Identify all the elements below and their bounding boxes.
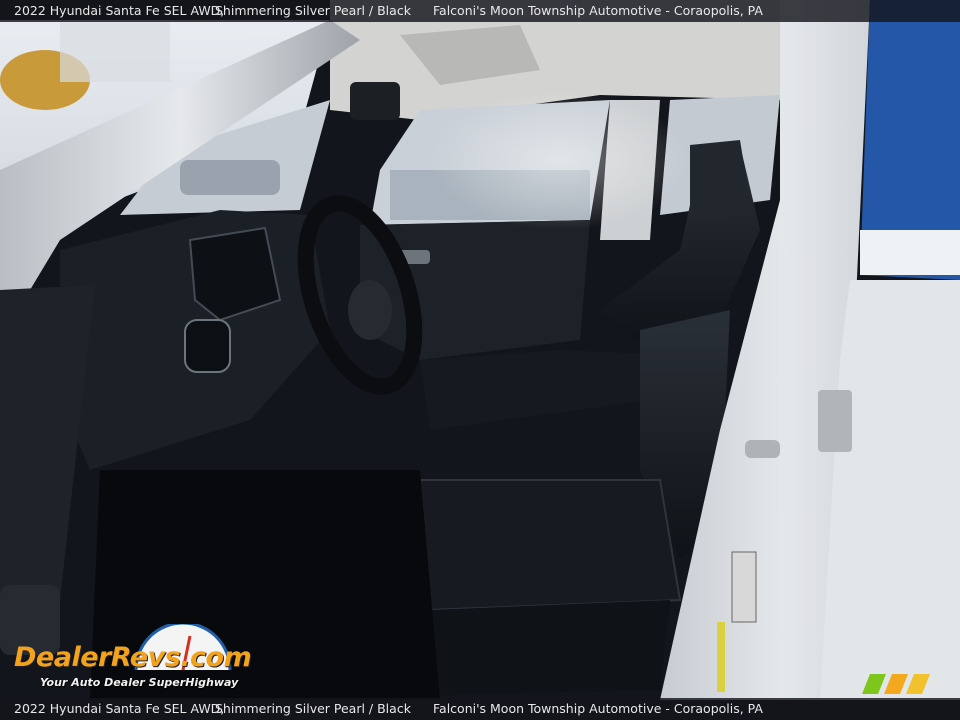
rearview-mirror xyxy=(350,82,400,120)
dealerrevs-watermark: DealerRevs.com Your Auto Dealer SuperHig… xyxy=(10,624,270,694)
vehicle-interior-photo xyxy=(0,0,960,720)
driver-seat-cushion xyxy=(418,479,682,612)
vehicle-color-bottom: Shimmering Silver Pearl / Black xyxy=(215,701,411,716)
color-stripes-logo xyxy=(862,674,930,694)
dealerrevs-tagline: Your Auto Dealer SuperHighway xyxy=(40,676,239,689)
vin-label xyxy=(731,551,757,623)
sun-glare xyxy=(430,90,690,230)
vehicle-title-bottom: 2022 Hyundai Santa Fe SEL AWD, xyxy=(14,701,225,716)
yellow-warning-label xyxy=(717,622,725,692)
caption-bar-bottom: 2022 Hyundai Santa Fe SEL AWD, Shimmerin… xyxy=(0,698,960,720)
dealer-name-bottom: Falconi's Moon Township Automotive - Cor… xyxy=(433,701,763,716)
vehicle-title: 2022 Hyundai Santa Fe SEL AWD, xyxy=(14,3,225,18)
air-vent xyxy=(184,319,231,373)
door-striker xyxy=(818,390,852,452)
snow-patch xyxy=(860,230,960,275)
seat-base xyxy=(430,600,670,695)
bare-trees xyxy=(60,22,170,82)
dealerrevs-logo-text: DealerRevs.com xyxy=(14,642,252,673)
caption-bar-top: 2022 Hyundai Santa Fe SEL AWD, Shimmerin… xyxy=(0,0,960,22)
photo-viewer: 2022 Hyundai Santa Fe SEL AWD, Shimmerin… xyxy=(0,0,960,720)
parked-car xyxy=(180,160,280,195)
vehicle-color: Shimmering Silver Pearl / Black xyxy=(215,3,411,18)
door-latch xyxy=(745,440,780,458)
dealer-name: Falconi's Moon Township Automotive - Cor… xyxy=(433,3,763,18)
